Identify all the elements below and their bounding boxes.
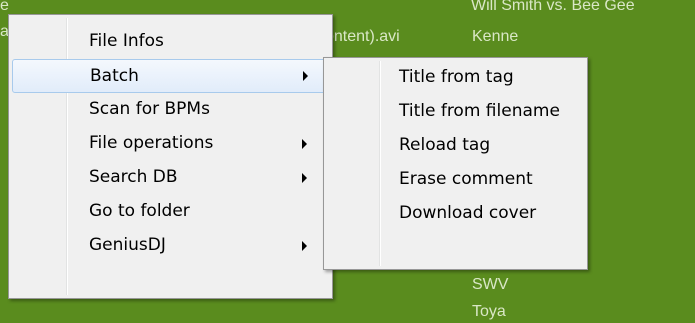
background-list-text: Will Smith vs. Bee Gee <box>471 0 635 14</box>
chevron-right-icon <box>302 241 307 251</box>
menu-item-label: Scan for BPMs <box>89 99 210 119</box>
batch-submenu: Title from tag Title from filename Reloa… <box>323 57 588 270</box>
menu-item-batch[interactable]: Batch <box>12 59 329 93</box>
menu-item-file-operations[interactable]: File operations <box>12 127 329 161</box>
menu-item-label: GeniusDJ <box>89 235 166 255</box>
menu-item-label: Erase comment <box>399 169 533 189</box>
menu-item-label: Title from filename <box>399 101 560 121</box>
context-menu: File Infos Batch Scan for BPMs File oper… <box>8 14 333 299</box>
background-list-text: SWV <box>472 276 509 293</box>
menu-item-geniusdj[interactable]: GeniusDJ <box>12 229 329 263</box>
menu-item-label: File operations <box>89 133 214 153</box>
submenu-item-erase-comment[interactable]: Erase comment <box>327 163 584 197</box>
chevron-right-icon <box>302 139 307 149</box>
menu-item-go-to-folder[interactable]: Go to folder <box>12 195 329 229</box>
menu-item-label: File Infos <box>89 31 164 51</box>
menu-item-label: Go to folder <box>89 201 190 221</box>
submenu-item-title-from-tag[interactable]: Title from tag <box>327 61 584 95</box>
background-list-text: Kenne <box>472 28 519 45</box>
menu-item-file-infos[interactable]: File Infos <box>12 25 329 59</box>
chevron-right-icon <box>303 71 308 81</box>
menu-item-label: Download cover <box>399 203 537 223</box>
menu-item-label: Reload tag <box>399 135 491 155</box>
chevron-right-icon <box>302 173 307 183</box>
menu-item-label: Search DB <box>89 167 178 187</box>
background-list-text: ontent).avi <box>325 28 400 45</box>
menu-item-scan-for-bpms[interactable]: Scan for BPMs <box>12 93 329 127</box>
submenu-item-reload-tag[interactable]: Reload tag <box>327 129 584 163</box>
menu-item-label: Batch <box>90 66 139 86</box>
background-list-text: Toya <box>472 303 506 320</box>
menu-item-label: Title from tag <box>399 67 514 87</box>
submenu-item-title-from-filename[interactable]: Title from filename <box>327 95 584 129</box>
background-list-text: e <box>0 0 9 14</box>
submenu-item-download-cover[interactable]: Download cover <box>327 197 584 231</box>
menu-item-search-db[interactable]: Search DB <box>12 161 329 195</box>
